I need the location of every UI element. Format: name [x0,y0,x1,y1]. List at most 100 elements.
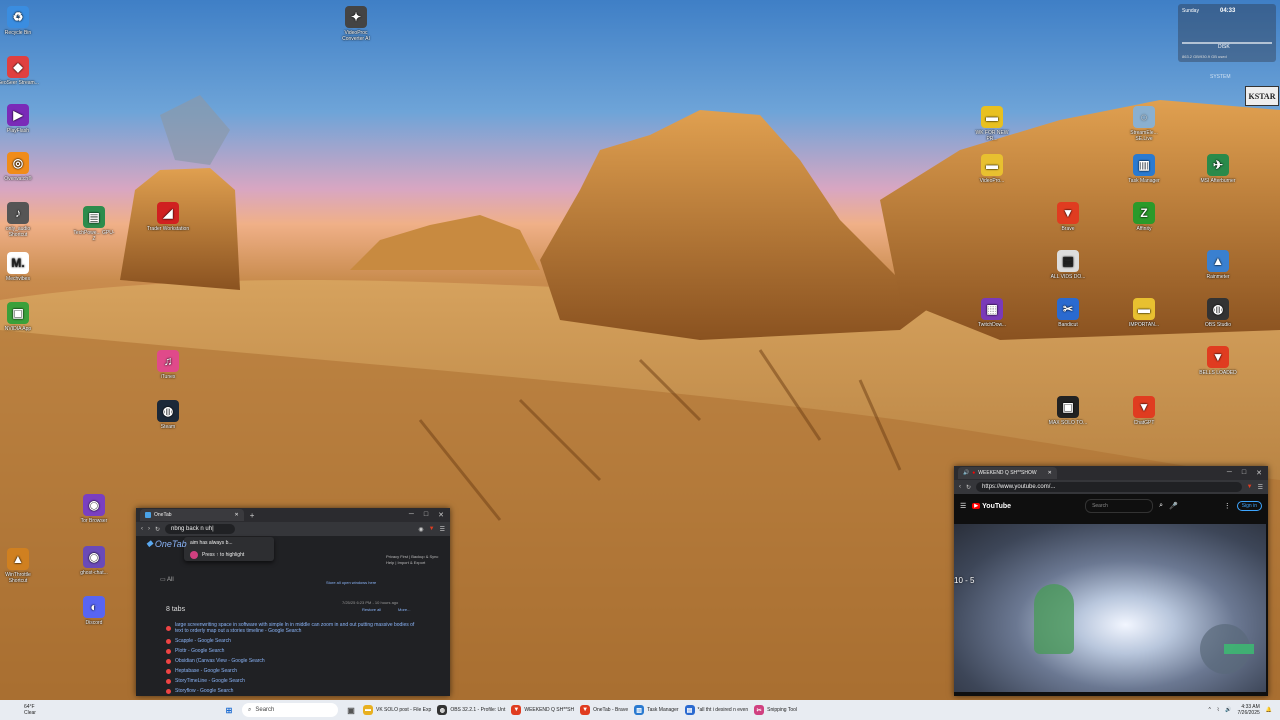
desktop-icon-chatgpt[interactable]: ▼ ChatGPT [1122,396,1166,426]
reload-icon[interactable]: ↻ [966,484,971,491]
forward-icon[interactable]: › [148,526,150,532]
youtube-address-bar[interactable]: https://www.youtube.com/... [976,482,1242,492]
youtube-logo[interactable]: ▶ YouTube [972,503,1011,510]
task-view-icon[interactable]: ▣ [344,703,358,717]
onetab-window[interactable]: OneTab ✕ + ─ □ ✕ ‹ › ↻ nbng back n uh| ◉… [136,508,450,696]
volume-icon[interactable]: 🔊 [1225,707,1231,713]
taskbar-app-weekend-q-sh-sh[interactable]: ▼ WEEKEND Q SH**SH [508,701,577,719]
network-icon[interactable]: ⌇ [1217,707,1219,713]
desktop-icon-all-vids-do[interactable]: ▤ ALL VIDS DO... [1046,250,1090,280]
desktop-icon-brave[interactable]: ▼ Brave [1046,202,1090,232]
reload-icon[interactable]: ↻ [155,526,160,533]
onetab-list-item[interactable]: StoryTimeLine - Google Search [136,676,436,686]
desktop-icon-steam[interactable]: ◍ Steam [146,400,190,430]
search-icon[interactable]: ⌕ [1159,502,1163,510]
minimize-button[interactable]: ─ [409,511,414,519]
store-windows-link[interactable]: Store all open windows here [326,580,376,585]
tab-close-icon[interactable]: ✕ [1048,470,1052,476]
desktop-icon-wk-for-new-pr[interactable]: ▬ WK FOR NEW PR... [970,106,1014,142]
back-icon[interactable]: ‹ [141,526,143,532]
sign-in-button[interactable]: Sign in [1236,501,1262,511]
desktop-icon-bells-loaded[interactable]: ▼ BELLS LOADED [1196,346,1240,376]
onetab-list-item[interactable]: Plottr - Google Search [136,646,436,656]
onetab-list-item[interactable]: Heptabase - Google Search [136,666,436,676]
desktop-icon-videopro[interactable]: ▬ VideoPro... [970,154,1014,184]
more-vert-icon[interactable]: ⋮ [1224,502,1231,510]
restore-all-link[interactable]: Restore all [362,607,381,612]
desktop-icon-tor-browser[interactable]: ◉ Tor Browser [72,494,116,524]
remove-item-icon[interactable] [166,668,171,674]
import-link[interactable]: Import & Export [398,560,426,565]
taskbar-app-vk-solo-post-file-exp[interactable]: ▬ VK SOLO post - File Exp [360,701,434,719]
onetab-all-filter[interactable]: ▭ All [160,576,174,583]
desktop-icon-nvidia-app[interactable]: ▣ NVIDIA App [0,302,40,332]
desktop-icon-playflash[interactable]: ▶ PlayFlash [0,104,40,134]
new-tab-button[interactable]: + [250,511,255,520]
onetab-list-item[interactable]: Storyflow - Google Search [136,686,436,696]
help-link[interactable]: Help [386,560,394,565]
desktop-icon-bandicut[interactable]: ✂ Bandicut [1046,298,1090,328]
desktop-icon-videoproc-converter-ai[interactable]: ✦ VideoProc Converter AI [334,6,378,42]
tab-close-icon[interactable]: ✕ [235,512,239,518]
taskbar-app-task-manager[interactable]: ▥ Task Manager [631,701,681,719]
backup-link[interactable]: Backup & Sync [411,554,438,559]
start-button-icon[interactable]: ⊞ [222,703,236,717]
extension-icon[interactable]: ◉ [418,526,423,533]
desktop-icon-techpowe-gpu-z[interactable]: ▤ TechPowe... GPU-Z [72,206,116,242]
address-bar[interactable]: nbng back n uh| [165,524,236,534]
minimize-button[interactable]: ─ [1227,469,1232,477]
youtube-search-input[interactable]: Search [1085,499,1154,513]
remove-item-icon[interactable] [166,638,171,644]
desktop-icon-importan[interactable]: ▬ IMPORTAN... [1122,298,1166,328]
desktop-icon-msi-afterburner[interactable]: ✈ MSI Afterburner [1196,154,1240,184]
desktop-icon-only-audio-shortcut[interactable]: ♪ only_audio Shortcut [0,202,40,238]
taskbar-app-onetab-brave[interactable]: ▼ OneTab - Brave [577,701,631,719]
back-icon[interactable]: ‹ [959,484,961,490]
maximize-button[interactable]: □ [1242,469,1246,477]
taskbar-search[interactable]: ⌕ Search [242,703,338,717]
desktop-icon-streamele-se-live[interactable]: ◌ StreamEle... SE.Live [1122,106,1166,142]
maximize-button[interactable]: □ [424,511,428,519]
remove-item-icon[interactable] [166,678,171,684]
youtube-window[interactable]: 🔊 ● WEEKEND Q SH**SHOW ✕ ─ □ ✕ ‹ ↻ https… [954,466,1268,696]
menu-icon[interactable]: ☰ [1258,484,1263,491]
desktop-icon-winthrottle-shortcut[interactable]: ▲ WinThrottle Shortcut [0,548,40,584]
desktop-icon-geoseer-stream[interactable]: ◆ GeoSeer Stream... [0,56,40,86]
desktop-icon-task-manager[interactable]: ▥ Task Manager [1122,154,1166,184]
close-button[interactable]: ✕ [1256,469,1262,477]
hamburger-icon[interactable]: ☰ [960,502,966,510]
desktop-icon-twitchdow[interactable]: ▦ TwitchDow... [970,298,1014,328]
desktop-icon-max-solo-to[interactable]: ▣ MAX SOLO TO... [1046,396,1090,426]
remove-item-icon[interactable] [166,688,171,694]
taskbar-app-all-tht-i-desired-n-even[interactable]: ▤ *all tht i desired n even [682,701,752,719]
suggestion-item[interactable]: aim has always b... [184,537,274,549]
close-button[interactable]: ✕ [438,511,444,519]
taskbar-app-snipping-tool[interactable]: ✂ Snipping Tool [751,701,800,719]
desktop-icon-discord[interactable]: ◐ Discord [72,596,116,626]
onetab-list-item[interactable]: Scapple - Google Search [136,636,436,646]
youtube-tab[interactable]: 🔊 ● WEEKEND Q SH**SHOW ✕ [958,467,1057,479]
weather-widget[interactable]: 64°F Clear [0,704,174,716]
brave-shield-icon[interactable]: ▼ [429,526,435,532]
remove-item-icon[interactable] [166,658,171,664]
menu-icon[interactable]: ☰ [440,526,445,533]
remove-item-icon[interactable] [166,648,171,654]
desktop-icon-affinity[interactable]: Z Affinity [1122,202,1166,232]
onetab-list-item[interactable]: large screenwriting space in software wi… [136,620,436,636]
remove-item-icon[interactable] [166,625,171,631]
notification-bell-icon[interactable]: 🔔 [1266,707,1272,713]
desktop-icon-itunes[interactable]: ♫ iTunes [146,350,190,380]
more-link[interactable]: More... [398,607,410,612]
desktop-icon-trader-workstation[interactable]: ◢ Trader Workstation [146,202,190,232]
mic-icon[interactable]: 🎤 [1169,502,1178,510]
tray-chevron-icon[interactable]: ^ [1208,707,1210,713]
desktop-icon-rainmeter[interactable]: ▲ Rainmeter [1196,250,1240,280]
taskbar-app-obs-32-2-1-profile-unt[interactable]: ◍ OBS 32.2.1 - Profile: Unt [434,701,508,719]
desktop-icon-mechvibes[interactable]: M. Mechvibes [0,252,40,282]
brave-shield-icon[interactable]: ▼ [1247,484,1253,490]
privacy-link[interactable]: Privacy First [386,554,408,559]
desktop-icon-obs-studio[interactable]: ◍ OBS Studio [1196,298,1240,328]
desktop-icon-overwatch[interactable]: ◎ Overwatch® [0,152,40,182]
onetab-list-item[interactable]: Obsidian (Canvas View - Google Search [136,656,436,666]
onetab-tab[interactable]: OneTab ✕ [140,509,244,521]
